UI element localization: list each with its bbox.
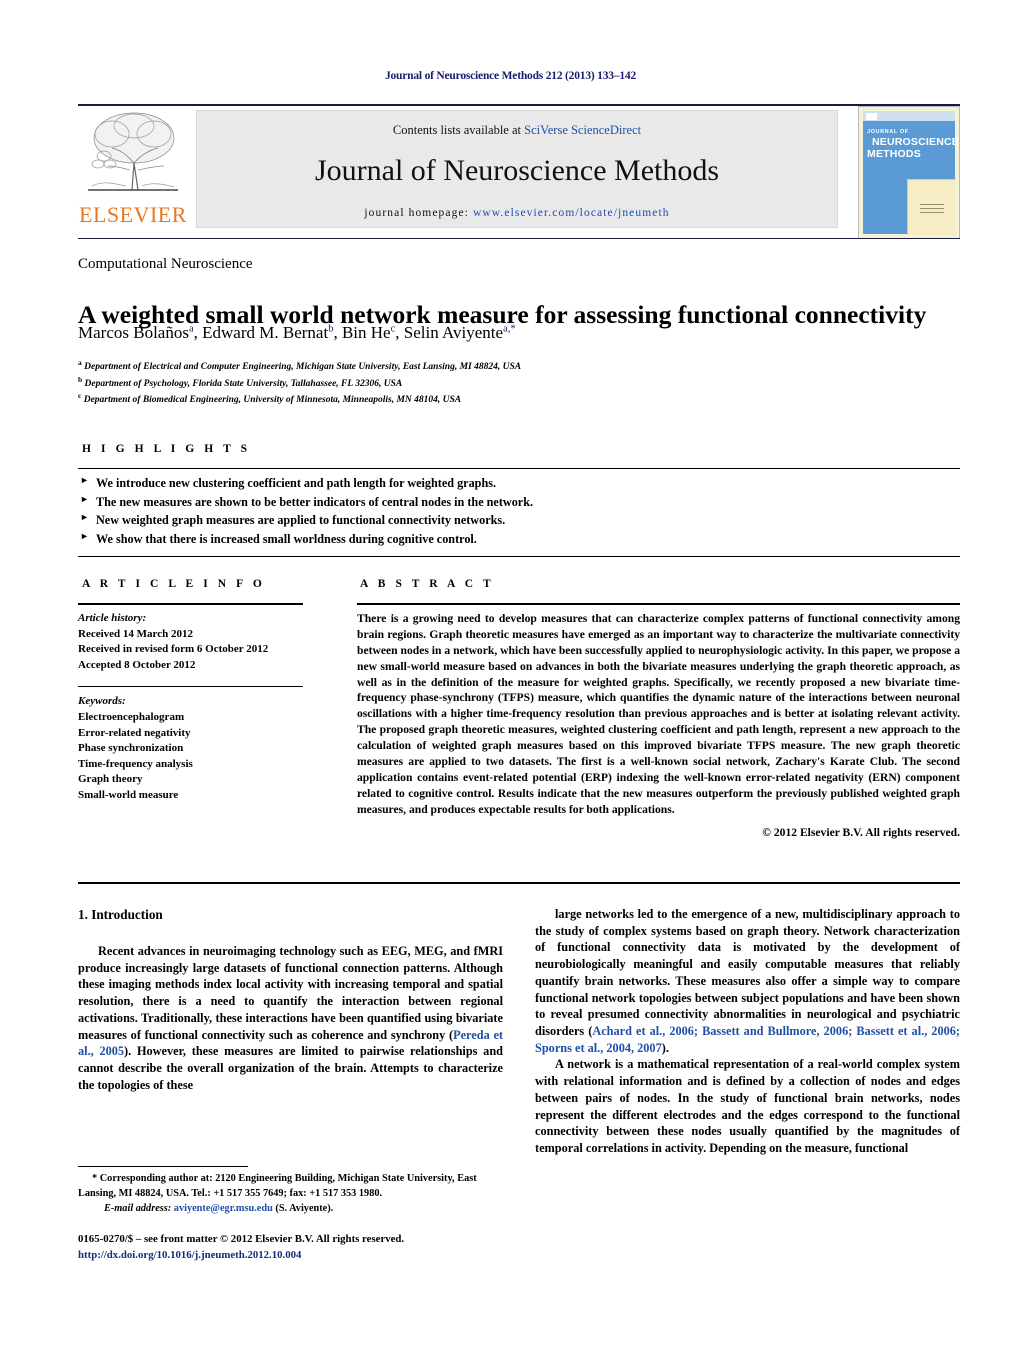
keyword-item: Electroencephalogram [78,711,185,724]
cover-inset-lines [920,204,944,216]
sciencedirect-link[interactable]: SciVerse ScienceDirect [524,123,641,137]
list-item: ► We introduce new clustering coefficient… [80,475,497,490]
keyword-item: Small-world measure [78,789,179,802]
elsevier-wordmark: ELSEVIER [79,202,187,227]
affiliation-line: c Department of Biomedical Engineering, … [78,391,462,406]
email-suffix: (S. Aviyente). [272,1202,334,1214]
abstract-copyright: © 2012 Elsevier B.V. All rights reserved… [762,826,960,840]
abstract-column: There is a growing need to develop measu… [357,611,960,841]
elsevier-logo: ELSEVIER [78,106,188,230]
paper-page: Journal of Neuroscience Methods 212 (201… [0,0,1021,1351]
cover-line-neuroscience: NEUROSCIENCE [872,136,959,148]
imprint-block: 0165-0270/$ – see front matter © 2012 El… [78,1232,503,1263]
affiliation-marker: c [78,391,82,401]
corresponding-author-note: * Corresponding author at: 2120 Engineer… [78,1172,503,1202]
citation-group-graph-theory[interactable]: Achard et al., 2006; Bassett and Bullmor… [535,1024,960,1055]
intro-paragraph-right-2: A network is a mathematical representati… [535,1057,960,1156]
article-info-column: Article history: Received 14 March 2012 R… [78,611,313,804]
affiliation-marker: a [78,358,82,367]
cover-line-journal-of: JOURNAL OF [867,129,909,135]
highlights-bottom-rule [78,556,960,557]
keywords-divider [78,686,303,688]
journal-masthead: ELSEVIER Contents lists available at Sci… [78,106,960,239]
corresponding-author-text: Corresponding author at: 2120 Engineerin… [78,1173,477,1199]
highlights-top-rule [78,468,960,469]
masthead-center-panel: Contents lists available at SciVerse Sci… [196,110,838,228]
keyword-item: Phase synchronization [78,742,184,755]
article-info-header: A R T I C L E I N F O [82,578,266,590]
doi-link[interactable]: http://dx.doi.org/10.1016/j.jneumeth.201… [78,1248,503,1264]
highlights-header: H I G H L I G H T S [82,443,251,455]
journal-cover-thumbnail: JOURNAL OF NEUROSCIENCE METHODS [858,106,960,239]
email-note: E-mail address: aviyente@egr.msu.edu (S.… [78,1202,503,1217]
article-history-label: Article history: [78,612,147,624]
intro-right-text-a: large networks led to the emergence of a… [535,907,960,1039]
introduction-heading: 1. Introduction [78,907,163,922]
homepage-prefix: journal homepage: [364,207,473,219]
running-head: Journal of Neuroscience Methods 212 (201… [384,70,637,82]
intro-left-text-a: Recent advances in neuroimaging technolo… [78,943,503,1042]
bullet-arrow-icon: ► [80,493,89,504]
affiliation-list: a Department of Electrical and Computer … [78,358,960,408]
body-column-left: 1. Introduction Recent advances in neuro… [78,906,503,1093]
email-link[interactable]: aviyente@egr.msu.edu [174,1203,273,1214]
footnote-block: * Corresponding author at: 2120 Engineer… [78,1172,503,1216]
intro-right-text-b: ). [661,1040,669,1055]
author-list: Marcos Bolañosa, Edward M. Bernatb, Bin … [78,323,516,342]
abstract-header: A B S T R A C T [360,578,495,590]
email-label: E-mail address: [104,1202,172,1214]
abstract-bottom-rule [78,882,960,884]
journal-homepage-line: journal homepage: www.elsevier.com/locat… [197,207,837,219]
affiliation-line: b Department of Psychology, Florida Stat… [78,374,403,389]
list-item: ► We show that there is increased small w… [80,530,477,546]
list-item: ► The new measures are shown to be better… [80,493,534,509]
affiliation-marker: b [78,374,83,384]
cover-inset-panel [907,179,956,235]
article-history-item: Accepted 8 October 2012 [78,658,196,671]
keyword-item: Error-related negativity [78,726,191,739]
bullet-arrow-icon: ► [80,512,89,523]
contents-available-line: Contents lists available at SciVerse Sci… [197,123,837,138]
intro-left-text-b: ). However, these measures are limited t… [78,1044,504,1092]
abstract-text: There is a growing need to develop measu… [357,612,960,816]
masthead-bottom-rule [78,238,960,239]
article-history-lines: Received 14 March 2012 Received in revise… [78,627,313,674]
article-history-item: Received 14 March 2012 [78,627,193,640]
footnote-rule [78,1166,248,1167]
article-info-rule [78,603,303,605]
journal-homepage-link[interactable]: www.elsevier.com/locate/jneumeth [473,207,670,219]
keywords-lines: Electroencephalogram Error-related negati… [78,710,313,804]
bullet-arrow-icon: ► [80,530,89,541]
journal-title: Journal of Neuroscience Methods [314,154,720,187]
elsevier-tree-icon [88,112,178,191]
highlights-list: ► We introduce new clustering coefficient… [78,474,960,548]
keyword-item: Graph theory [78,773,143,786]
cover-line-methods: METHODS [867,148,921,160]
intro-paragraph-left: Recent advances in neuroimaging technolo… [78,943,503,1093]
contents-prefix: Contents lists available at [392,123,525,137]
keyword-item: Time-frequency analysis [78,757,193,770]
subject-section-label: Computational Neuroscience [78,256,253,272]
keywords-label: Keywords: [78,695,126,708]
front-matter-line: 0165-0270/$ – see front matter © 2012 El… [78,1233,405,1245]
intro-paragraph-right-1: large networks led to the emergence of a… [535,906,960,1056]
list-item: ► New weighted graph measures are applied… [80,512,506,528]
bullet-arrow-icon: ► [80,475,89,485]
body-column-right: large networks led to the emergence of a… [535,906,960,1157]
affiliation-line: a Department of Electrical and Computer … [78,358,522,373]
abstract-rule [357,603,960,605]
cover-elsevier-mark [866,113,877,120]
article-history-item: Received in revised form 6 October 2012 [78,643,269,656]
